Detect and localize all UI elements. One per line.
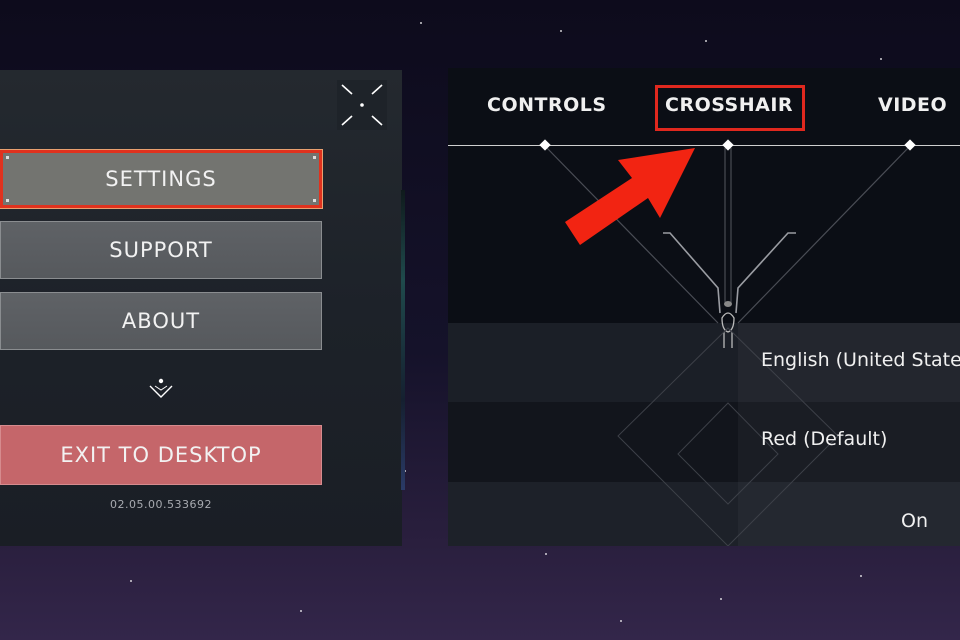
chevron-down-icon[interactable] — [146, 376, 176, 402]
color-value[interactable]: Red (Default) — [761, 428, 887, 450]
star — [300, 610, 302, 612]
red-arrow-icon — [565, 148, 695, 245]
support-button[interactable]: SUPPORT — [0, 221, 322, 279]
about-label: ABOUT — [121, 309, 201, 333]
settings-label: SETTINGS — [105, 167, 217, 191]
star — [860, 575, 862, 577]
toggle-value[interactable]: On — [901, 510, 928, 532]
tab-controls[interactable]: CONTROLS — [487, 94, 607, 116]
tab-crosshair[interactable]: CROSSHAIR — [665, 94, 793, 116]
star — [420, 22, 422, 24]
tab-underline — [448, 145, 960, 146]
star — [545, 553, 547, 555]
exit-to-desktop-button[interactable]: EXIT TO DESKTOP — [0, 425, 322, 485]
star — [560, 30, 562, 32]
star — [720, 598, 722, 600]
about-button[interactable]: ABOUT — [0, 292, 322, 350]
settings-row[interactable] — [448, 482, 960, 546]
settings-panel: CONTROLS CROSSHAIR VIDEO English (United… — [448, 68, 960, 546]
tab-marker — [904, 139, 916, 151]
version-text: 02.05.00.533692 — [110, 498, 212, 511]
star — [130, 580, 132, 582]
settings-button[interactable]: SETTINGS — [0, 149, 323, 209]
tab-video[interactable]: VIDEO — [878, 94, 947, 116]
panel-edge — [401, 190, 405, 490]
collapse-icon — [341, 84, 383, 126]
support-label: SUPPORT — [109, 238, 213, 262]
collapse-button[interactable] — [337, 80, 387, 130]
tab-marker — [722, 139, 734, 151]
exit-label: EXIT TO DESKTOP — [60, 443, 262, 467]
language-value[interactable]: English (United States — [761, 349, 960, 371]
star — [620, 620, 622, 622]
star — [880, 58, 882, 60]
star — [705, 40, 707, 42]
tab-marker — [539, 139, 551, 151]
